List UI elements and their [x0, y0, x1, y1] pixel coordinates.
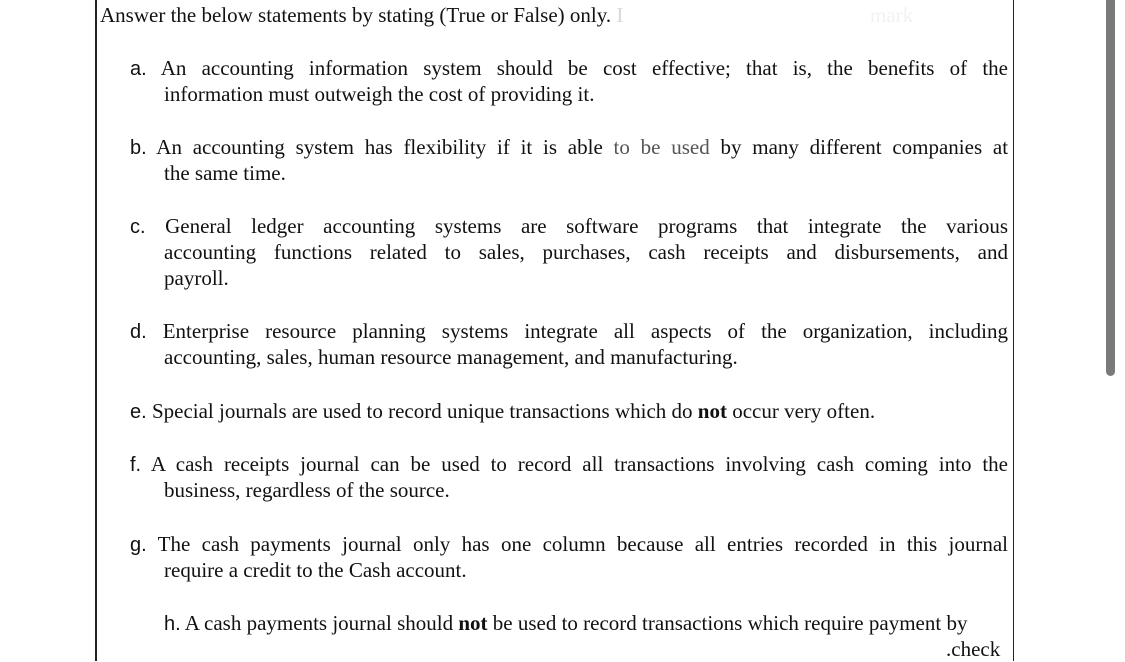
statement-label: b. — [130, 137, 147, 159]
statement-label: g. — [130, 534, 147, 556]
vertical-scrollbar[interactable] — [1106, 0, 1115, 376]
statement-text: An accounting information system should … — [160, 56, 1008, 80]
statement-text: The cash payments journal only has one c… — [157, 532, 1008, 556]
statement-b: b. An accounting system has flexibility … — [130, 134, 1008, 161]
statement-f: f. A cash receipts journal can be used t… — [130, 451, 1008, 478]
statement-label: f. — [130, 454, 142, 476]
faded-text: I — [616, 3, 624, 27]
statement-d-cont: accounting, sales, human resource manage… — [164, 345, 738, 369]
statement-a: a. An accounting information system shou… — [130, 55, 1008, 82]
emphasis-not: not — [697, 399, 727, 423]
ghost-text: mark — [870, 3, 914, 27]
statement-text: be used to record transactions which req… — [492, 611, 968, 635]
statement-c: c. General ledger accounting systems are… — [130, 213, 1008, 240]
statement-text: A cash payments journal should — [184, 611, 454, 635]
statement-d: d. Enterprise resource planning systems … — [130, 318, 1008, 345]
statement-label: d. — [130, 321, 147, 343]
instruction-label: Answer the below statements by stating (… — [100, 3, 612, 27]
statement-text: A cash receipts journal can be used to r… — [150, 452, 1009, 476]
statement-label: h. — [164, 613, 181, 635]
statement-c-cont: accounting functions related to sales, p… — [164, 240, 1008, 264]
statement-text: General ledger accounting systems are so… — [165, 214, 1008, 238]
statement-label: a. — [130, 58, 147, 80]
statement-text-gray: to be used — [613, 135, 710, 159]
statement-f-cont: business, regardless of the source. — [164, 478, 450, 502]
statement-e: e. Special journals are used to record u… — [130, 398, 875, 425]
statement-h: h. A cash payments journal should not be… — [164, 610, 967, 637]
instruction-text: Answer the below statements by stating (… — [100, 2, 623, 28]
statement-c-cont2: payroll. — [164, 266, 229, 290]
statement-h-cont: .check — [946, 637, 1001, 661]
statement-text: Special journals are used to record uniq… — [151, 399, 693, 423]
statement-text: An accounting system has flexibility if … — [156, 135, 603, 159]
statement-g: g. The cash payments journal only has on… — [130, 531, 1008, 558]
statement-text: occur very often. — [732, 399, 876, 423]
statement-b-cont: the same time. — [164, 161, 286, 185]
statement-text: Enterprise resource planning systems int… — [162, 319, 1008, 343]
emphasis-not: not — [458, 611, 488, 635]
statement-label: c. — [130, 216, 146, 238]
statement-g-cont: require a credit to the Cash account. — [164, 558, 467, 582]
statement-label: e. — [130, 401, 147, 423]
statement-a-cont: information must outweigh the cost of pr… — [164, 82, 595, 106]
statement-text: by many different companies at — [720, 135, 1009, 159]
